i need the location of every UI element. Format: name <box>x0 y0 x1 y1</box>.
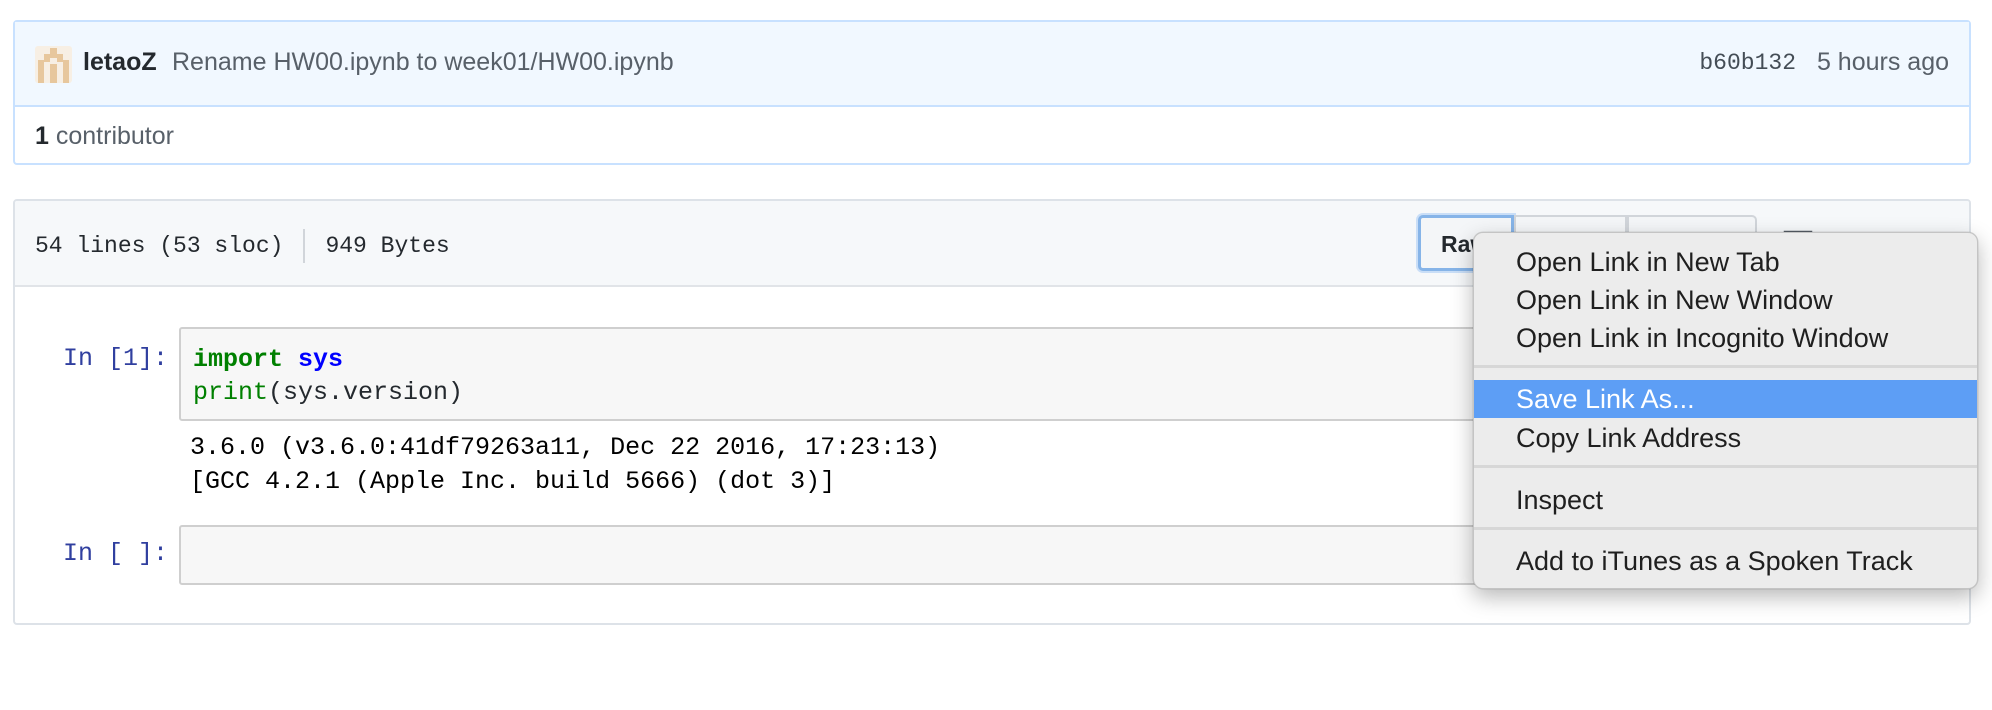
cell-output: 3.6.0 (v3.6.0:41df79263a11, Dec 22 2016,… <box>190 431 940 499</box>
menu-separator <box>1474 527 1977 530</box>
commit-author-link[interactable]: letaoZ <box>83 48 157 77</box>
output-line-2: [GCC 4.2.1 (Apple Inc. build 5666) (dot … <box>190 467 836 496</box>
file-info: 54 lines (53 sloc) 949 Bytes <box>35 229 450 263</box>
avatar[interactable] <box>35 46 72 83</box>
empty-cell-prompt: In [ ]: <box>63 539 169 568</box>
commit-box: letaoZ Rename HW00.ipynb to week01/HW00.… <box>13 20 1971 165</box>
module-name: sys <box>298 345 344 374</box>
file-info-divider <box>303 229 306 263</box>
commit-sha-link[interactable]: b60b132 <box>1699 50 1796 76</box>
menu-item-open-new-tab[interactable]: Open Link in New Tab <box>1474 243 1977 281</box>
menu-item-copy-link-address[interactable]: Copy Link Address <box>1474 419 1977 457</box>
menu-item-open-incognito[interactable]: Open Link in Incognito Window <box>1474 319 1977 357</box>
builtin-print: print <box>193 378 269 407</box>
cell-input-prompt: In [1]: <box>63 344 169 373</box>
contributors-summary[interactable]: 1 contributor <box>35 122 174 151</box>
menu-separator <box>1474 465 1977 468</box>
contributors-label: contributor <box>55 122 174 150</box>
commit-message-link[interactable]: Rename HW00.ipynb to week01/HW00.ipynb <box>172 48 674 77</box>
commit-tease: letaoZ Rename HW00.ipynb to week01/HW00.… <box>15 22 1969 107</box>
menu-item-add-to-itunes[interactable]: Add to iTunes as a Spoken Track <box>1474 542 1977 580</box>
menu-separator <box>1474 365 1977 368</box>
context-menu: Open Link in New Tab Open Link in New Wi… <box>1473 232 1978 589</box>
contributors-count: 1 <box>35 122 49 150</box>
menu-item-save-link-as[interactable]: Save Link As... <box>1474 380 1977 418</box>
keyword-import: import <box>193 345 284 374</box>
file-size: 949 Bytes <box>325 233 450 260</box>
file-lines: 54 lines (53 sloc) <box>35 233 284 260</box>
menu-item-open-new-window[interactable]: Open Link in New Window <box>1474 281 1977 319</box>
commit-time: 5 hours ago <box>1816 48 1949 76</box>
print-args: (sys.version) <box>268 378 464 407</box>
output-line-1: 3.6.0 (v3.6.0:41df79263a11, Dec 22 2016,… <box>190 433 941 462</box>
menu-item-inspect[interactable]: Inspect <box>1474 481 1977 519</box>
